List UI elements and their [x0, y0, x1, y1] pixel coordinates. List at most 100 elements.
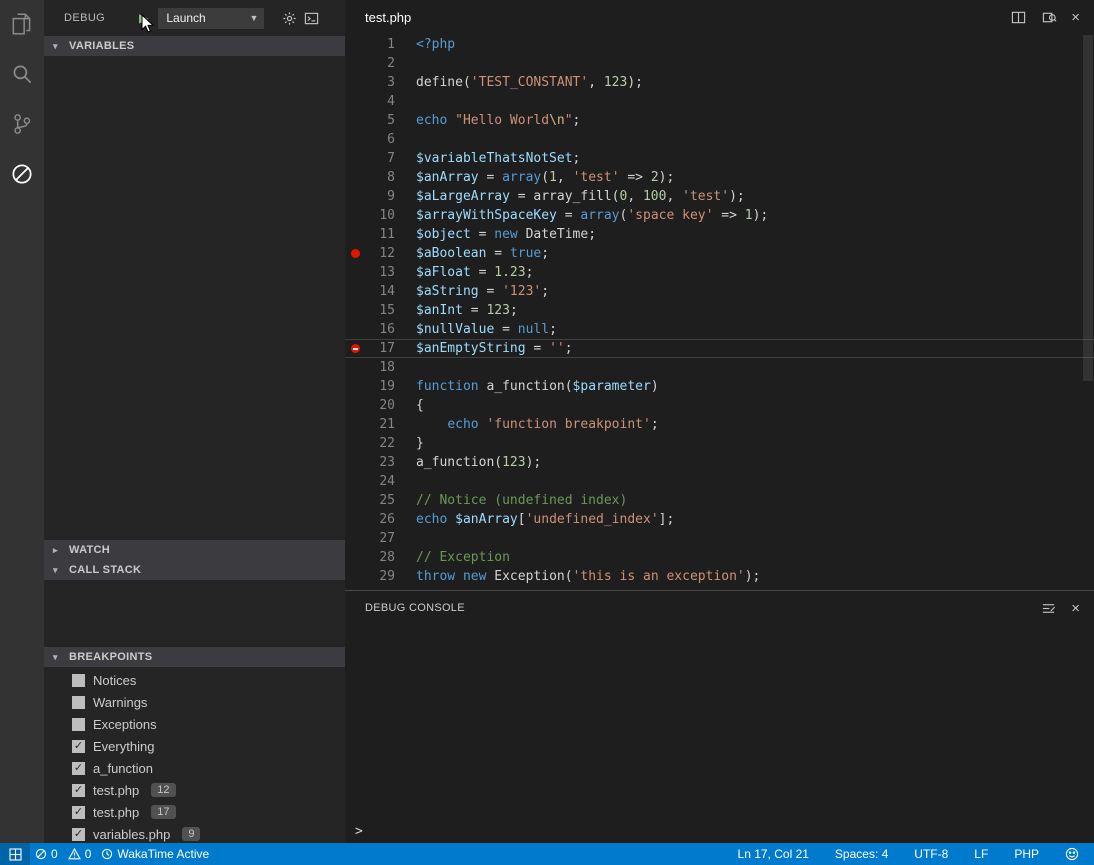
breakpoint-gutter[interactable] — [345, 491, 365, 510]
tab-test-php[interactable]: test.php — [365, 10, 411, 25]
editor-scrollbar[interactable] — [1083, 35, 1093, 381]
checkbox-checked-icon[interactable] — [72, 740, 85, 753]
code-line-16[interactable]: 16$nullValue = null; — [345, 320, 1094, 339]
debug-console-input[interactable]: > — [345, 819, 1094, 843]
breakpoint-item[interactable]: test.php17 — [44, 801, 345, 823]
breakpoint-gutter[interactable] — [345, 111, 365, 130]
debug-console-output[interactable] — [345, 625, 1094, 819]
watch-section-header[interactable]: ▸ WATCH — [44, 540, 345, 560]
variables-panel[interactable] — [44, 56, 345, 540]
indent-indicator[interactable]: Spaces: 4 — [830, 843, 893, 865]
breakpoint-gutter[interactable] — [345, 35, 365, 54]
breakpoint-gutter[interactable] — [345, 149, 365, 168]
checkbox-checked-icon[interactable] — [72, 784, 85, 797]
code-editor[interactable]: 1<?php23define('TEST_CONSTANT', 123);45e… — [345, 35, 1094, 590]
breakpoint-item[interactable]: a_function — [44, 757, 345, 779]
breakpoint-gutter[interactable] — [345, 567, 365, 586]
launch-config-dropdown[interactable]: Launch ▼ — [158, 8, 264, 29]
breakpoint-gutter[interactable] — [345, 301, 365, 320]
code-line-24[interactable]: 24 — [345, 472, 1094, 491]
code-line-23[interactable]: 23a_function(123); — [345, 453, 1094, 472]
breakpoint-gutter[interactable] — [345, 187, 365, 206]
breakpoint-gutter[interactable] — [345, 453, 365, 472]
checkbox-checked-icon[interactable] — [72, 806, 85, 819]
breakpoint-item[interactable]: test.php12 — [44, 779, 345, 801]
checkbox-unchecked-icon[interactable] — [72, 718, 85, 731]
breakpoint-gutter[interactable] — [345, 339, 365, 358]
breakpoint-gutter[interactable] — [345, 92, 365, 111]
code-line-19[interactable]: 19function a_function($parameter) — [345, 377, 1094, 396]
code-line-26[interactable]: 26echo $anArray['undefined_index']; — [345, 510, 1094, 529]
call-stack-section-header[interactable]: ▾ CALL STACK — [44, 560, 345, 580]
breakpoint-gutter[interactable] — [345, 320, 365, 339]
close-panel-icon[interactable]: × — [1071, 601, 1080, 616]
code-line-9[interactable]: 9$aLargeArray = array_fill(0, 100, 'test… — [345, 187, 1094, 206]
breakpoint-item[interactable]: Warnings — [44, 691, 345, 713]
code-line-10[interactable]: 10$arrayWithSpaceKey = array('space key'… — [345, 206, 1094, 225]
files-icon[interactable] — [8, 10, 36, 38]
code-line-17[interactable]: 17$anEmptyString = ''; — [345, 339, 1094, 358]
code-line-11[interactable]: 11$object = new DateTime; — [345, 225, 1094, 244]
language-indicator[interactable]: PHP — [1009, 843, 1044, 865]
code-line-12[interactable]: 12$aBoolean = true; — [345, 244, 1094, 263]
search-icon[interactable] — [8, 60, 36, 88]
encoding-indicator[interactable]: UTF-8 — [909, 843, 953, 865]
breakpoint-item[interactable]: Everything — [44, 735, 345, 757]
breakpoint-gutter[interactable] — [345, 244, 365, 263]
breakpoint-gutter[interactable] — [345, 263, 365, 282]
code-line-3[interactable]: 3define('TEST_CONSTANT', 123); — [345, 73, 1094, 92]
configure-gear-icon[interactable] — [278, 7, 300, 29]
breakpoint-gutter[interactable] — [345, 529, 365, 548]
code-line-7[interactable]: 7$variableThatsNotSet; — [345, 149, 1094, 168]
breakpoint-icon[interactable] — [351, 249, 360, 258]
checkbox-checked-icon[interactable] — [72, 762, 85, 775]
breakpoint-gutter[interactable] — [345, 472, 365, 491]
line-col-indicator[interactable]: Ln 17, Col 21 — [733, 843, 814, 865]
open-console-icon[interactable] — [300, 7, 322, 29]
call-stack-panel[interactable] — [44, 580, 345, 647]
source-control-icon[interactable] — [8, 110, 36, 138]
code-line-22[interactable]: 22} — [345, 434, 1094, 453]
code-line-27[interactable]: 27 — [345, 529, 1094, 548]
code-line-13[interactable]: 13$aFloat = 1.23; — [345, 263, 1094, 282]
code-line-5[interactable]: 5echo "Hello World\n"; — [345, 111, 1094, 130]
code-line-20[interactable]: 20{ — [345, 396, 1094, 415]
breakpoints-section-header[interactable]: ▾ BREAKPOINTS — [44, 647, 345, 667]
eol-indicator[interactable]: LF — [969, 843, 993, 865]
error-warning-indicator[interactable]: 0 0 — [30, 843, 96, 865]
code-line-8[interactable]: 8$anArray = array(1, 'test' => 2); — [345, 168, 1094, 187]
feedback-smiley-icon[interactable] — [1060, 843, 1084, 865]
code-line-1[interactable]: 1<?php — [345, 35, 1094, 54]
breakpoint-item[interactable]: variables.php9 — [44, 823, 345, 845]
variables-section-header[interactable]: ▾ VARIABLES — [44, 36, 345, 56]
breakpoint-gutter[interactable] — [345, 358, 365, 377]
checkbox-checked-icon[interactable] — [72, 828, 85, 841]
breakpoint-gutter[interactable] — [345, 510, 365, 529]
breakpoint-gutter[interactable] — [345, 548, 365, 567]
code-line-28[interactable]: 28// Exception — [345, 548, 1094, 567]
breakpoint-gutter[interactable] — [345, 130, 365, 149]
code-line-15[interactable]: 15$anInt = 123; — [345, 301, 1094, 320]
code-line-21[interactable]: 21 echo 'function breakpoint'; — [345, 415, 1094, 434]
breakpoint-gutter[interactable] — [345, 54, 365, 73]
breakpoint-gutter[interactable] — [345, 396, 365, 415]
breakpoint-gutter[interactable] — [345, 434, 365, 453]
code-line-14[interactable]: 14$aString = '123'; — [345, 282, 1094, 301]
code-line-29[interactable]: 29throw new Exception('this is an except… — [345, 567, 1094, 586]
breakpoint-gutter[interactable] — [345, 225, 365, 244]
wakatime-status[interactable]: WakaTime Active — [96, 843, 214, 865]
split-editor-icon[interactable] — [1009, 9, 1027, 27]
code-line-2[interactable]: 2 — [345, 54, 1094, 73]
open-preview-icon[interactable] — [1040, 9, 1058, 27]
code-line-25[interactable]: 25// Notice (undefined index) — [345, 491, 1094, 510]
code-line-6[interactable]: 6 — [345, 130, 1094, 149]
code-line-18[interactable]: 18 — [345, 358, 1094, 377]
checkbox-unchecked-icon[interactable] — [72, 674, 85, 687]
code-line-4[interactable]: 4 — [345, 92, 1094, 111]
breakpoint-gutter[interactable] — [345, 282, 365, 301]
breakpoint-gutter[interactable] — [345, 168, 365, 187]
breakpoint-gutter[interactable] — [345, 377, 365, 396]
start-debug-button[interactable]: ▶ — [139, 12, 148, 24]
status-grid-icon[interactable] — [0, 843, 30, 865]
breakpoint-gutter[interactable] — [345, 73, 365, 92]
